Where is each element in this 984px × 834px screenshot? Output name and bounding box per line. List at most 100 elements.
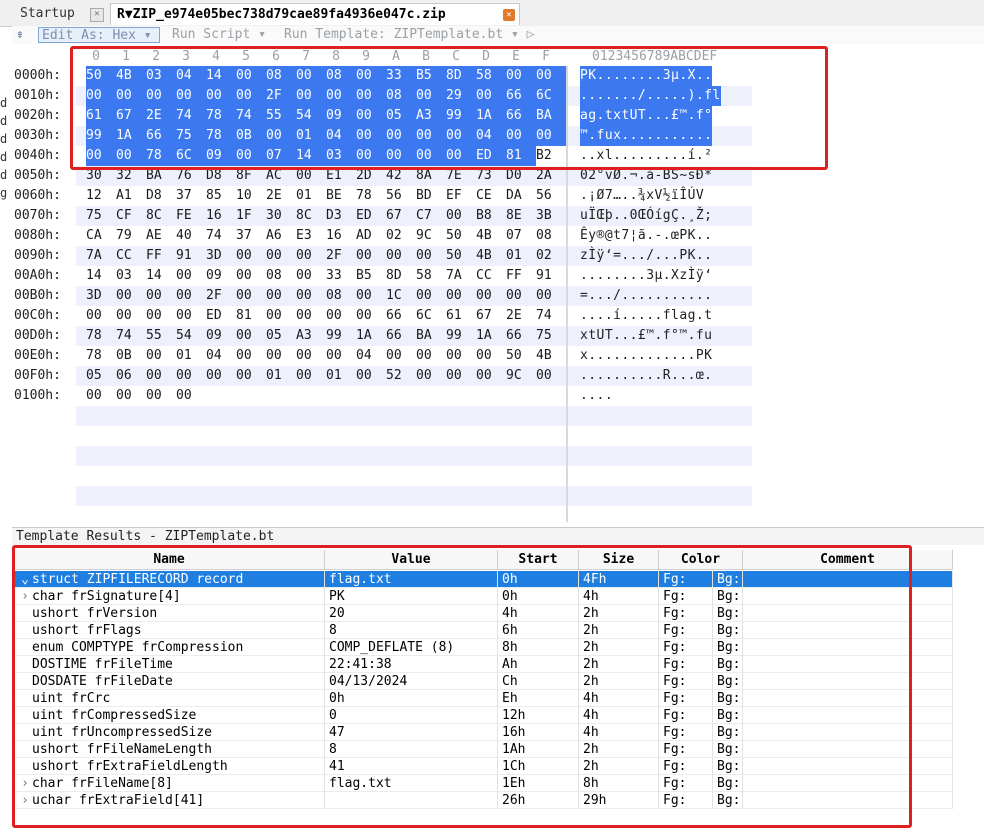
hex-byte[interactable]: 61 xyxy=(446,306,476,326)
pin-icon[interactable]: ⇟ xyxy=(16,27,24,43)
close-icon[interactable]: ✕ xyxy=(503,9,515,21)
hex-byte[interactable]: FF xyxy=(506,266,536,286)
hex-byte[interactable]: 16 xyxy=(326,226,356,246)
hex-byte[interactable]: 00 xyxy=(236,266,266,286)
hex-byte[interactable]: 08 xyxy=(326,286,356,306)
ascii-row[interactable]: x.............PK xyxy=(580,346,712,366)
hex-byte[interactable]: 00 xyxy=(146,366,176,386)
run-script-button[interactable]: Run Script ▾ xyxy=(172,27,266,43)
hex-byte[interactable]: 1C xyxy=(386,286,416,306)
hex-byte[interactable]: D3 xyxy=(326,206,356,226)
hex-byte[interactable]: 00 xyxy=(386,346,416,366)
hex-byte[interactable]: 50 xyxy=(446,246,476,266)
ascii-row[interactable]: =.../........... xyxy=(580,286,712,306)
hex-byte[interactable]: 00 xyxy=(146,286,176,306)
hex-byte[interactable]: 66 xyxy=(506,326,536,346)
hex-byte[interactable]: 00 xyxy=(236,246,266,266)
hex-byte[interactable]: 2E xyxy=(266,186,296,206)
hex-byte[interactable]: 00 xyxy=(266,246,296,266)
hex-byte[interactable]: 3D xyxy=(86,286,116,306)
hex-byte[interactable]: 99 xyxy=(446,326,476,346)
hex-byte[interactable]: 00 xyxy=(266,286,296,306)
hex-byte[interactable]: FE xyxy=(176,206,206,226)
hex-byte[interactable]: 4B xyxy=(536,346,566,366)
hex-byte[interactable]: 00 xyxy=(446,206,476,226)
hex-byte[interactable]: 2F xyxy=(326,246,356,266)
hex-byte[interactable]: 01 xyxy=(506,246,536,266)
ascii-row[interactable]: .... xyxy=(580,386,613,406)
hex-byte[interactable]: 4B xyxy=(476,246,506,266)
tab-zip-file[interactable]: R▼ZIP_e974e05bec738d79cae89fa4936e047c.z… xyxy=(110,3,520,25)
hex-byte[interactable]: 00 xyxy=(296,366,326,386)
hex-byte[interactable]: DA xyxy=(506,186,536,206)
hex-byte[interactable]: 00 xyxy=(236,326,266,346)
hex-byte[interactable]: 00 xyxy=(416,286,446,306)
hex-byte[interactable]: 2F xyxy=(206,286,236,306)
hex-byte[interactable]: 85 xyxy=(206,186,236,206)
hex-byte[interactable]: B8 xyxy=(476,206,506,226)
hex-byte[interactable]: 00 xyxy=(356,286,386,306)
hex-byte[interactable]: 6C xyxy=(416,306,446,326)
hex-byte[interactable]: FF xyxy=(146,246,176,266)
hex-byte[interactable]: ED xyxy=(206,306,236,326)
hex-byte[interactable]: 55 xyxy=(146,326,176,346)
hex-byte[interactable]: 8D xyxy=(386,266,416,286)
hex-byte[interactable]: A1 xyxy=(116,186,146,206)
hex-byte[interactable]: 00 xyxy=(236,286,266,306)
hex-byte[interactable]: 00 xyxy=(476,346,506,366)
hex-byte[interactable]: 91 xyxy=(176,246,206,266)
hex-byte[interactable]: 74 xyxy=(116,326,146,346)
hex-byte[interactable]: 79 xyxy=(116,226,146,246)
hex-byte[interactable]: 7A xyxy=(446,266,476,286)
hex-byte[interactable]: 56 xyxy=(386,186,416,206)
hex-byte[interactable]: 0B xyxy=(116,346,146,366)
hex-byte[interactable]: 00 xyxy=(176,386,206,406)
hex-byte[interactable]: 33 xyxy=(326,266,356,286)
hex-byte[interactable]: 9C xyxy=(506,366,536,386)
run-template-button[interactable]: Run Template: ZIPTemplate.bt ▾ ▷ xyxy=(284,27,534,43)
hex-byte[interactable]: E3 xyxy=(296,226,326,246)
hex-byte[interactable]: 00 xyxy=(536,366,566,386)
hex-byte[interactable]: 05 xyxy=(86,366,116,386)
ascii-row[interactable]: uÏŒþ..0ŒÓígÇ.¸Ž; xyxy=(580,206,712,226)
hex-byte[interactable]: 00 xyxy=(146,346,176,366)
hex-byte[interactable]: 8C xyxy=(296,206,326,226)
hex-byte[interactable]: 00 xyxy=(296,266,326,286)
hex-byte[interactable]: 00 xyxy=(326,346,356,366)
hex-byte[interactable]: 00 xyxy=(176,306,206,326)
hex-byte[interactable]: 12 xyxy=(86,186,116,206)
hex-byte[interactable]: 9C xyxy=(416,226,446,246)
hex-byte[interactable]: 66 xyxy=(386,306,416,326)
hex-byte[interactable]: ED xyxy=(356,206,386,226)
hex-byte[interactable]: 00 xyxy=(86,306,116,326)
hex-byte[interactable]: 00 xyxy=(146,386,176,406)
hex-byte[interactable]: 2E xyxy=(506,306,536,326)
hex-byte[interactable]: 00 xyxy=(236,346,266,366)
close-icon[interactable]: ✕ xyxy=(90,8,104,22)
hex-byte[interactable]: 04 xyxy=(356,346,386,366)
hex-byte[interactable]: 00 xyxy=(356,366,386,386)
hex-byte[interactable]: A3 xyxy=(296,326,326,346)
hex-byte[interactable]: 67 xyxy=(386,206,416,226)
hex-byte[interactable]: 58 xyxy=(416,266,446,286)
hex-byte[interactable]: 1F xyxy=(236,206,266,226)
hex-byte[interactable]: 00 xyxy=(266,306,296,326)
hex-byte[interactable]: 00 xyxy=(116,306,146,326)
hex-byte[interactable]: 37 xyxy=(236,226,266,246)
hex-byte[interactable]: 00 xyxy=(146,306,176,326)
hex-byte[interactable]: 03 xyxy=(116,266,146,286)
hex-byte[interactable]: B5 xyxy=(356,266,386,286)
hex-byte[interactable]: 00 xyxy=(176,286,206,306)
hex-byte[interactable]: 01 xyxy=(266,366,296,386)
hex-byte[interactable]: 00 xyxy=(296,306,326,326)
ascii-row[interactable]: Êy®@t7¦ã.-.œPK.. xyxy=(580,226,712,246)
hex-byte[interactable]: A6 xyxy=(266,226,296,246)
hex-byte[interactable]: 78 xyxy=(86,326,116,346)
hex-byte[interactable]: 01 xyxy=(296,186,326,206)
hex-byte[interactable]: 07 xyxy=(506,226,536,246)
hex-byte[interactable]: 74 xyxy=(536,306,566,326)
hex-byte[interactable]: 00 xyxy=(266,346,296,366)
hex-byte[interactable]: 00 xyxy=(446,366,476,386)
hex-byte[interactable]: 00 xyxy=(326,306,356,326)
hex-byte[interactable]: 00 xyxy=(206,366,236,386)
